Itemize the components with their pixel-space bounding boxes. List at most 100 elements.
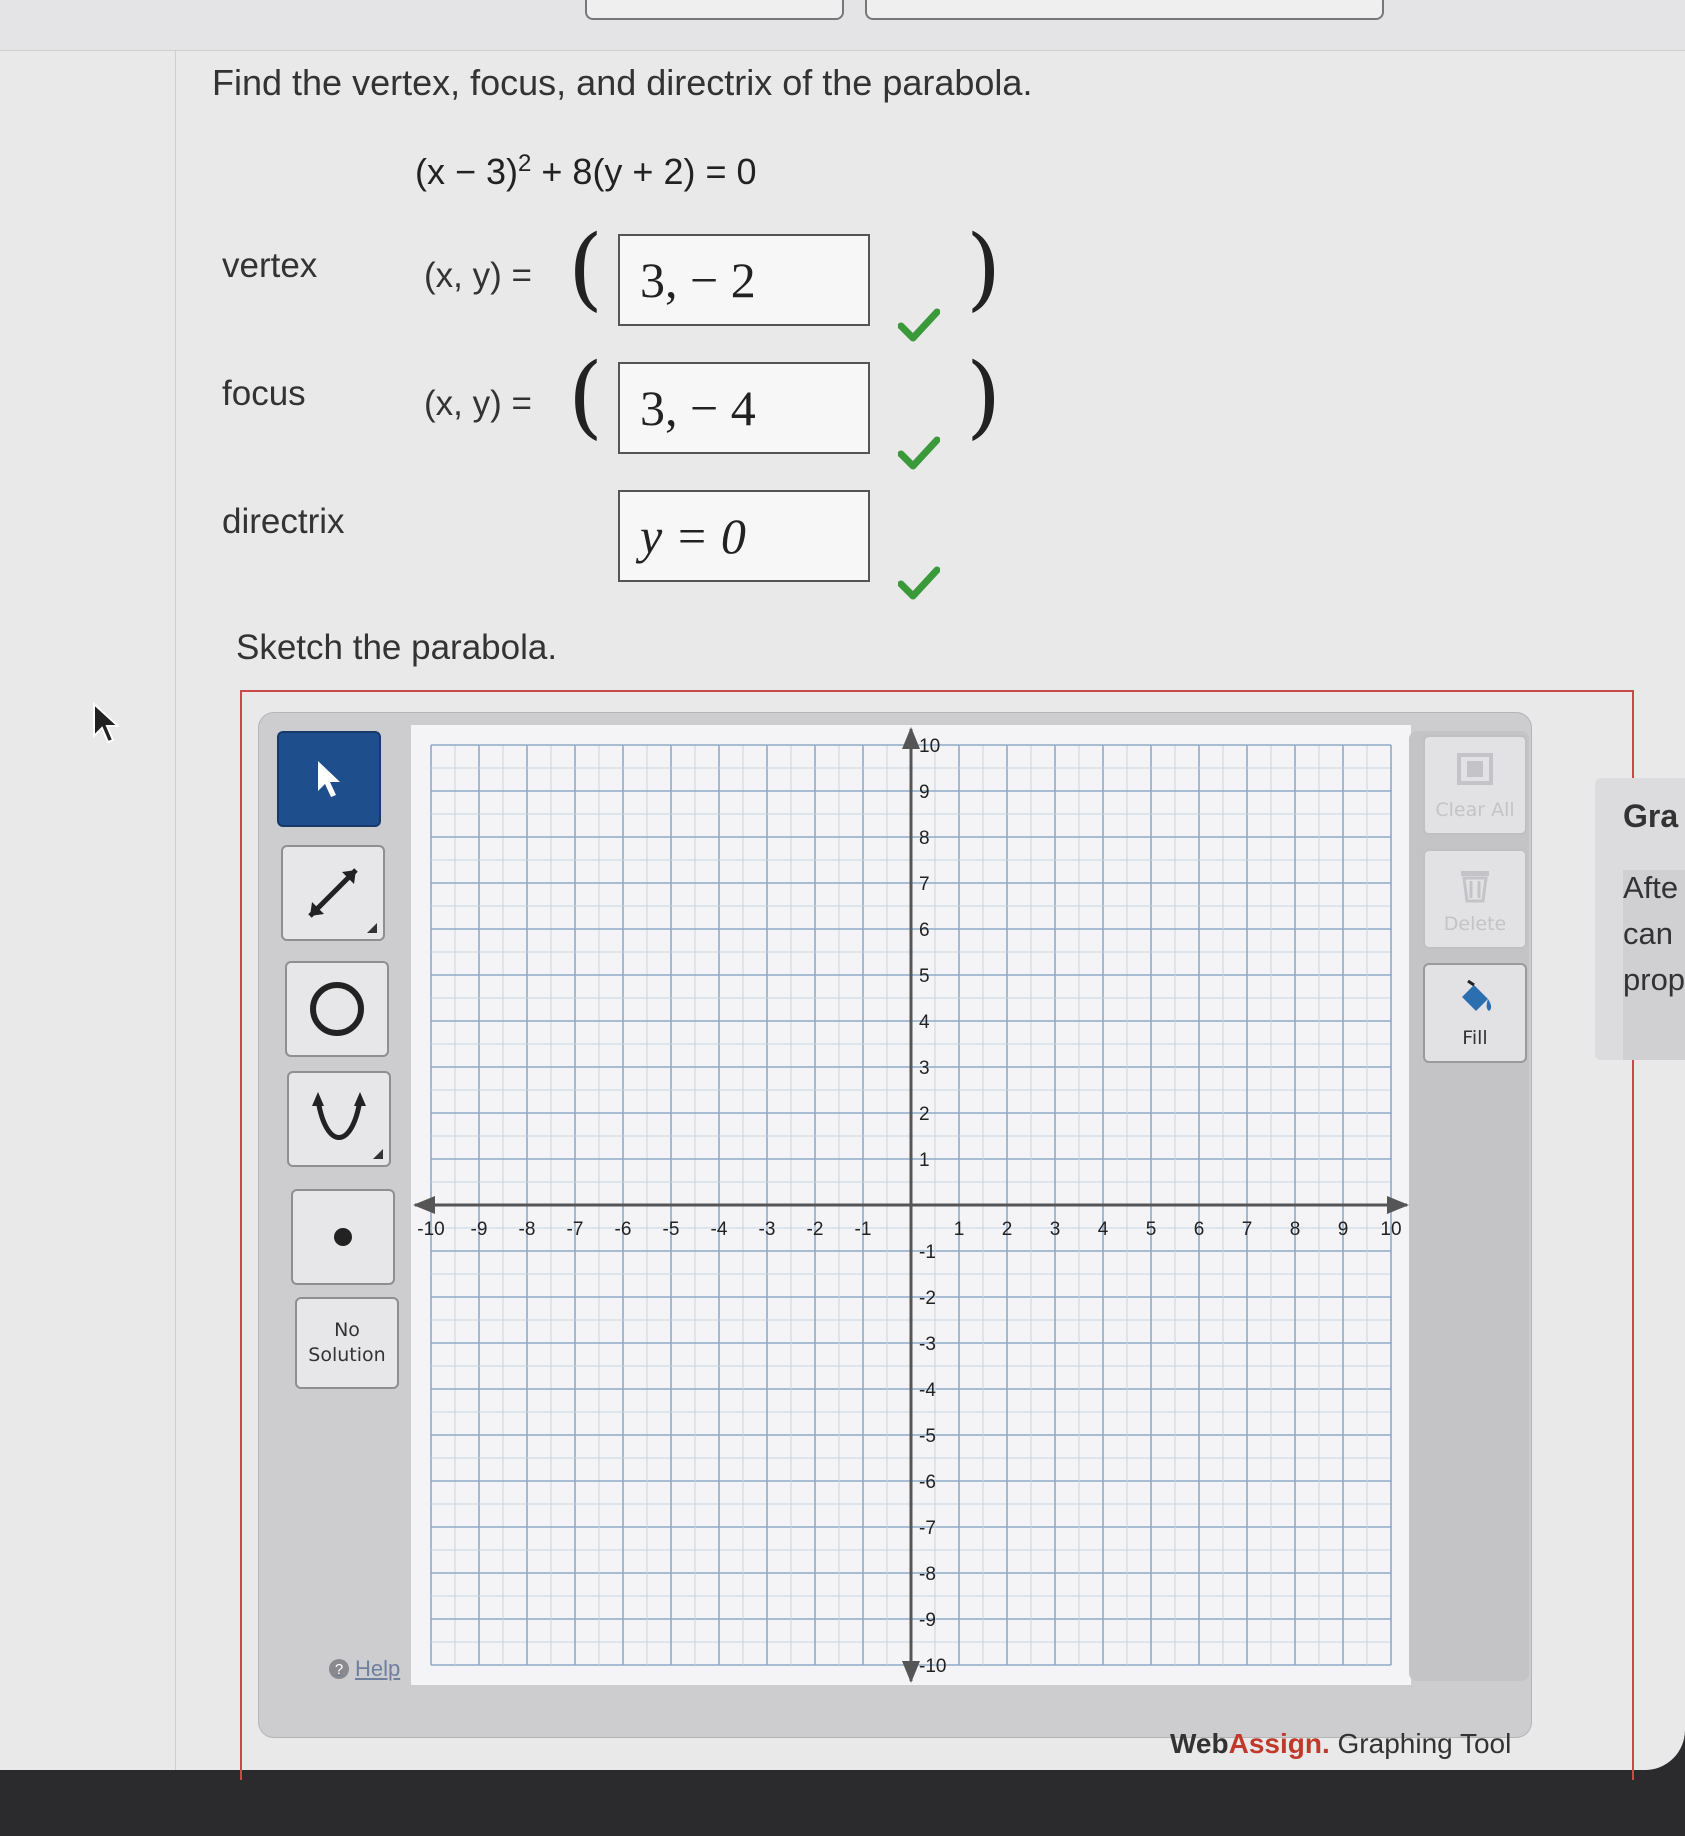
x-tick-label: -8 (519, 1219, 536, 1240)
coordinate-plane[interactable]: -10 -9 -8 -7 -6 -5 -4 -3 -2 -1 1 2 3 4 5 6 7 8 9 10 10 9 8 7 6 5 4… (411, 725, 1411, 1685)
brand-assign: Assign. (1228, 1728, 1330, 1759)
focus-open-paren: ( (568, 344, 604, 449)
double-arrow-line-icon (308, 868, 358, 918)
x-tick-label: -9 (471, 1219, 488, 1240)
y-axis-up-arrow (902, 727, 920, 749)
delete-button[interactable]: Delete (1423, 849, 1527, 949)
circle-icon (310, 982, 364, 1036)
y-tick-label: -7 (919, 1518, 936, 1539)
point-tool-button[interactable] (291, 1189, 395, 1285)
y-tick-label: 4 (919, 1012, 930, 1033)
top-tab-button-left[interactable] (585, 0, 844, 20)
x-tick-label: -10 (417, 1219, 444, 1240)
y-tick-label: -6 (919, 1472, 936, 1493)
vertex-open-paren: ( (568, 216, 604, 321)
side-panel-body: Afte can prop (1623, 870, 1685, 1060)
sketch-prompt: Sketch the parabola. (236, 628, 558, 667)
x-axis-left-arrow (413, 1196, 435, 1214)
fill-button[interactable]: Fill (1423, 963, 1527, 1063)
parabola-tool-button[interactable] (287, 1071, 391, 1167)
directrix-correct-check-icon (898, 566, 940, 600)
y-tick-label: 10 (919, 736, 940, 757)
x-tick-label: 7 (1242, 1219, 1253, 1240)
vertex-xy-label: (x, y) = (424, 256, 532, 295)
parabola-tool-submenu-corner (373, 1149, 383, 1159)
question-title: Find the vertex, focus, and directrix of… (212, 62, 1033, 103)
y-tick-label: 7 (919, 874, 930, 895)
y-tick-label: 1 (919, 1150, 930, 1171)
focus-xy-label: (x, y) = (424, 384, 532, 423)
y-tick-label: 5 (919, 966, 930, 987)
x-tick-label: 4 (1098, 1219, 1109, 1240)
y-tick-label: 9 (919, 782, 930, 803)
x-tick-label: -3 (759, 1219, 776, 1240)
graph-help-panel: Gra Afte can prop (1595, 778, 1685, 1060)
y-tick-label: -5 (919, 1426, 936, 1447)
pointer-tool-button[interactable] (277, 731, 381, 827)
vertex-answer-input[interactable]: 3, − 2 (618, 234, 870, 326)
help-label: Help (355, 1656, 401, 1681)
x-tick-label: -1 (855, 1219, 872, 1240)
circle-tool-button[interactable] (285, 961, 389, 1057)
x-tick-label: 1 (954, 1219, 965, 1240)
x-tick-label: 6 (1194, 1219, 1205, 1240)
y-tick-label: -1 (919, 1242, 936, 1263)
clear-all-icon (1457, 753, 1493, 785)
equation-exponent: 2 (518, 150, 532, 177)
x-tick-label: -4 (711, 1219, 728, 1240)
brand-tool-name: Graphing Tool (1329, 1728, 1512, 1759)
y-tick-label: -9 (919, 1610, 936, 1631)
y-tick-label: -4 (919, 1380, 936, 1401)
side-panel-line: prop (1623, 962, 1685, 997)
y-axis-down-arrow (902, 1661, 920, 1683)
parabola-icon (312, 1092, 366, 1140)
graphing-tool: No Solution ? Help -10 -9 -8 -7 -6 -5 -4 -3 -2 -1… (258, 712, 1532, 1738)
parabola-equation: (x − 3)2 + 8(y + 2) = 0 (415, 150, 757, 193)
mouse-cursor-icon (93, 702, 121, 744)
no-solution-line1: No (334, 1319, 360, 1342)
help-icon: ? (329, 1659, 349, 1679)
left-divider (175, 50, 176, 1770)
directrix-label: directrix (222, 502, 345, 541)
point-dot-icon (334, 1228, 352, 1246)
line-tool-button[interactable] (281, 845, 385, 941)
y-tick-label: 8 (919, 828, 930, 849)
no-solution-line2: Solution (308, 1344, 386, 1366)
side-panel-line: Afte (1623, 870, 1679, 905)
x-tick-label: -7 (567, 1219, 584, 1240)
webassign-graphing-tool-brand: WebAssign. Graphing Tool (1170, 1728, 1511, 1760)
x-tick-label: 5 (1146, 1219, 1157, 1240)
vertex-correct-check-icon (898, 308, 940, 342)
no-solution-button[interactable]: No Solution (295, 1297, 399, 1389)
brand-web: Web (1170, 1728, 1229, 1759)
trash-icon (1461, 871, 1489, 903)
focus-label: focus (222, 374, 306, 413)
top-tab-button-right[interactable] (865, 0, 1384, 20)
x-tick-label: 3 (1050, 1219, 1061, 1240)
y-tick-label: 6 (919, 920, 930, 941)
vertex-close-paren: ) (966, 216, 1002, 321)
clear-all-button[interactable]: Clear All (1423, 735, 1527, 835)
focus-answer-input[interactable]: 3, − 4 (618, 362, 870, 454)
help-link[interactable]: ? Help (329, 1656, 400, 1682)
x-tick-label: 10 (1380, 1219, 1401, 1240)
line-tool-submenu-corner (367, 923, 377, 933)
equation-left: (x − 3) (415, 151, 519, 192)
top-tab-strip (0, 0, 1685, 51)
y-tick-label: -10 (919, 1656, 946, 1677)
y-tick-label: -8 (919, 1564, 936, 1585)
x-tick-label: 2 (1002, 1219, 1013, 1240)
focus-close-paren: ) (966, 344, 1002, 449)
x-tick-label: -5 (663, 1219, 680, 1240)
x-tick-label: 8 (1290, 1219, 1301, 1240)
tool-palette: No Solution ? Help (277, 731, 400, 1681)
y-tick-label: -3 (919, 1334, 936, 1355)
delete-label: Delete (1443, 913, 1507, 935)
x-axis-right-arrow (1387, 1196, 1409, 1214)
side-panel-title: Gra (1623, 798, 1679, 834)
coordinate-grid[interactable]: -10 -9 -8 -7 -6 -5 -4 -3 -2 -1 1 2 3 4 5 6 7 8 9 10 10 9 8 7 6 5 4… (411, 725, 1411, 1685)
directrix-answer-input[interactable]: y = 0 (618, 490, 870, 582)
x-tick-label: -6 (615, 1219, 632, 1240)
equation-right: + 8(y + 2) = 0 (531, 151, 757, 192)
paint-bucket-icon (1462, 979, 1492, 1011)
